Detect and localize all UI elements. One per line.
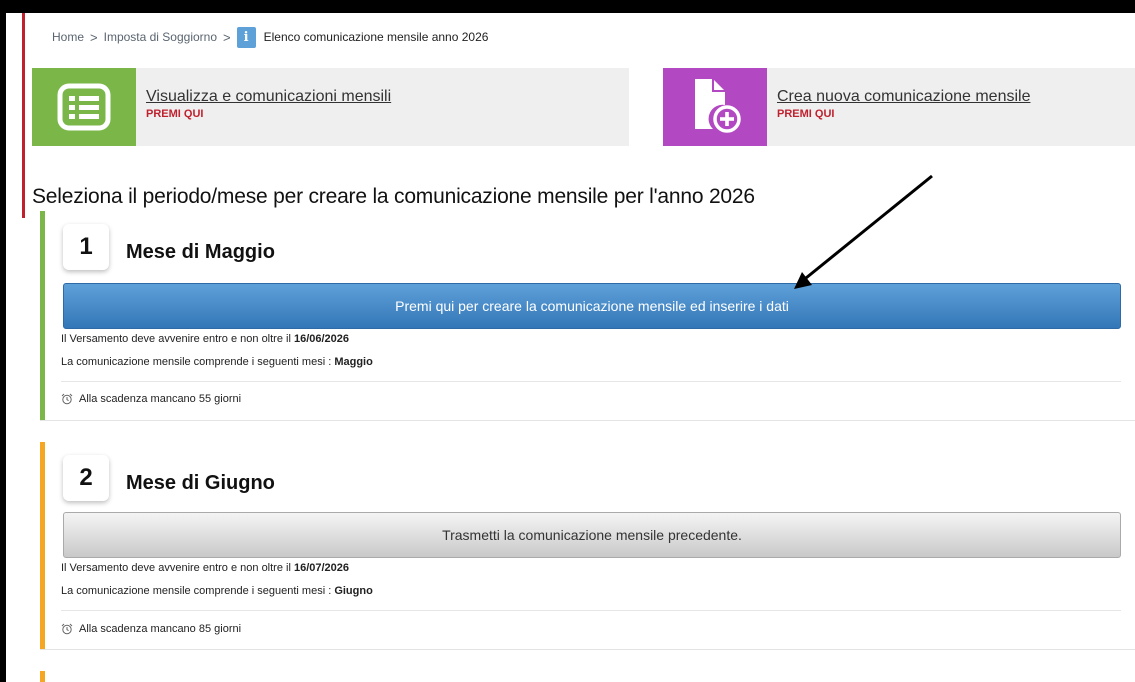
month-number: 1 — [63, 224, 109, 270]
breadcrumb-separator: > — [223, 29, 231, 45]
card-accent-green — [40, 211, 45, 420]
card-divider — [61, 610, 1121, 611]
view-communications-cta[interactable]: PREMI QUI — [146, 108, 391, 120]
list-icon — [32, 68, 136, 146]
alarm-clock-icon — [61, 393, 73, 405]
view-communications-link[interactable]: Visualizza e comunicazioni mensili — [146, 88, 391, 106]
card-divider — [61, 381, 1121, 382]
transmit-previous-button[interactable]: Trasmetti la comunicazione mensile prece… — [63, 512, 1121, 558]
deadline-countdown: Alla scadenza mancano 85 giorni — [61, 623, 241, 635]
payment-date: 16/06/2026 — [293, 333, 350, 345]
month-title: Mese di Giugno — [126, 472, 275, 494]
included-months-value: Giugno — [334, 585, 373, 597]
month-card-2: 2 Mese di Giugno Trasmetti la comunicazi… — [40, 442, 1135, 650]
breadcrumb: Home > Imposta di Soggiorno > i Elenco c… — [52, 23, 488, 51]
deadline-countdown: Alla scadenza mancano 55 giorni — [61, 393, 241, 405]
month-title: Mese di Maggio — [126, 241, 275, 263]
included-months-text: La comunicazione mensile comprende i seg… — [61, 585, 373, 597]
section-title: Seleziona il periodo/mese per creare la … — [32, 185, 755, 208]
included-months-text: La comunicazione mensile comprende i seg… — [61, 356, 373, 368]
create-communication-cta[interactable]: PREMI QUI — [777, 108, 1030, 120]
payment-date: 16/07/2026 — [293, 562, 350, 574]
left-accent-bar — [22, 13, 25, 218]
new-document-icon — [663, 68, 767, 146]
view-communications-box[interactable]: Visualizza e comunicazioni mensili PREMI… — [32, 68, 629, 146]
included-months-value: Maggio — [334, 356, 373, 368]
month-number: 2 — [63, 455, 109, 501]
payment-deadline-text: Il Versamento deve avvenire entro e non … — [61, 562, 350, 574]
info-icon: i — [236, 26, 256, 48]
breadcrumb-home[interactable]: Home — [52, 30, 84, 44]
page: Home > Imposta di Soggiorno > i Elenco c… — [6, 13, 1135, 682]
card-accent-orange — [40, 671, 45, 682]
breadcrumb-separator: > — [90, 29, 98, 45]
breadcrumb-current: Elenco comunicazione mensile anno 2026 — [263, 30, 489, 44]
month-card-1: 1 Mese di Maggio Premi qui per creare la… — [40, 211, 1135, 421]
card-accent-orange — [40, 442, 45, 649]
create-communication-link[interactable]: Crea nuova comunicazione mensile — [777, 88, 1030, 106]
create-communication-box[interactable]: Crea nuova comunicazione mensile PREMI Q… — [663, 68, 1135, 146]
payment-deadline-text: Il Versamento deve avvenire entro e non … — [61, 333, 350, 345]
alarm-clock-icon — [61, 623, 73, 635]
month-card-3 — [40, 671, 1135, 682]
breadcrumb-section[interactable]: Imposta di Soggiorno — [104, 30, 217, 44]
create-month-communication-button[interactable]: Premi qui per creare la comunicazione me… — [63, 283, 1121, 329]
